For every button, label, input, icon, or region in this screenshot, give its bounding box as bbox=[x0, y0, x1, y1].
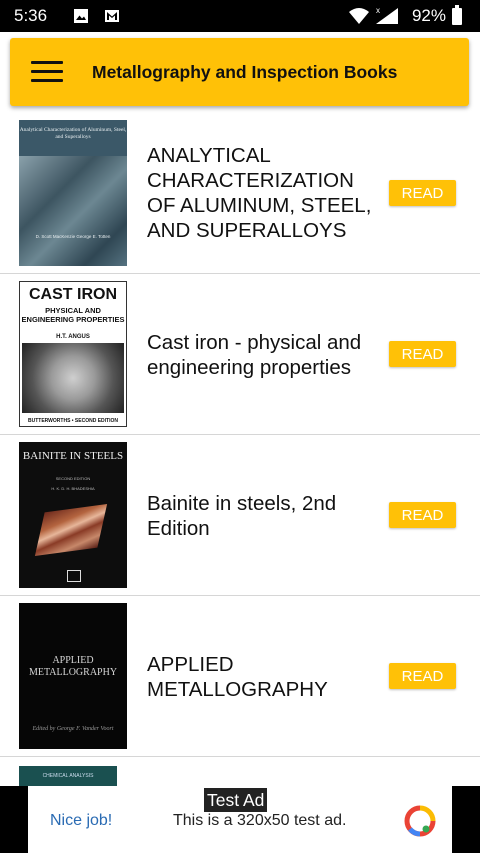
menu-icon[interactable] bbox=[31, 61, 63, 83]
status-time: 5:36 bbox=[14, 6, 48, 25]
cover-title: CHEMICAL ANALYSIS bbox=[42, 773, 94, 779]
book-cover[interactable]: APPLIED METALLOGRAPHY Edited by George F… bbox=[19, 603, 127, 749]
cover-editor: Edited by George F. Vander Voort bbox=[32, 726, 114, 732]
list-item[interactable]: CAST IRON PHYSICAL AND ENGINEERING PROPE… bbox=[0, 274, 480, 435]
read-button[interactable]: READ bbox=[389, 180, 456, 206]
book-cover[interactable]: Analytical Characterization of Aluminum,… bbox=[19, 120, 127, 266]
list-item[interactable]: BAINITE IN STEELS SECOND EDITION H. K. D… bbox=[0, 435, 480, 596]
ad-label: Test Ad bbox=[204, 788, 268, 812]
app-bar: Metallography and Inspection Books bbox=[10, 38, 469, 106]
cover-art bbox=[34, 504, 108, 556]
book-title: Bainite in steels, 2nd Edition bbox=[147, 492, 337, 540]
wifi-icon bbox=[349, 8, 369, 24]
cover-title: BAINITE IN STEELS bbox=[22, 450, 124, 462]
ad-description[interactable]: This is a 320x50 test ad. bbox=[173, 812, 346, 830]
book-title: APPLIED METALLOGRAPHY bbox=[147, 653, 328, 701]
cover-edition: SECOND EDITION bbox=[55, 476, 91, 481]
list-item[interactable]: APPLIED METALLOGRAPHY Edited by George F… bbox=[0, 596, 480, 757]
cover-footer: BUTTERWORTHS • SECOND EDITION bbox=[28, 418, 118, 424]
image-icon bbox=[74, 9, 88, 23]
read-button[interactable]: READ bbox=[389, 341, 456, 367]
book-title: ANALYTICAL CHARACTERIZATION OF ALUMINUM,… bbox=[147, 144, 372, 242]
status-bar: 5:36 x 92% bbox=[0, 0, 480, 32]
battery-icon bbox=[452, 5, 462, 25]
battery-percent: 92% bbox=[411, 6, 446, 25]
book-cover[interactable]: BAINITE IN STEELS SECOND EDITION H. K. D… bbox=[19, 442, 127, 588]
book-cover[interactable]: CHEMICAL ANALYSIS bbox=[19, 766, 117, 786]
publisher-logo-icon bbox=[67, 570, 81, 582]
gmail-icon bbox=[105, 10, 119, 22]
book-cover[interactable]: CAST IRON PHYSICAL AND ENGINEERING PROPE… bbox=[19, 281, 127, 427]
read-button[interactable]: READ bbox=[389, 502, 456, 528]
cover-art bbox=[19, 156, 127, 266]
signal-icon: x bbox=[376, 6, 398, 24]
svg-text:x: x bbox=[376, 6, 380, 15]
book-title: Cast iron - physical and engineering pro… bbox=[147, 331, 362, 379]
cover-author: H. K. D. H. BHADESHIA bbox=[51, 486, 95, 491]
cover-authors: D. Scott MacKenzie George E. Totten bbox=[35, 234, 111, 239]
cover-author: H.T. ANGUS bbox=[56, 334, 90, 340]
cover-title: CAST IRON bbox=[29, 286, 117, 303]
ad-nice-text[interactable]: Nice job! bbox=[50, 812, 112, 830]
cover-subtitle: PHYSICAL AND ENGINEERING PROPERTIES bbox=[21, 306, 125, 324]
page-title: Metallography and Inspection Books bbox=[92, 62, 398, 82]
read-button[interactable]: READ bbox=[389, 663, 456, 689]
list-item[interactable]: Analytical Characterization of Aluminum,… bbox=[0, 113, 480, 274]
cover-title: Analytical Characterization of Aluminum,… bbox=[19, 120, 127, 156]
cover-title: APPLIED METALLOGRAPHY bbox=[28, 655, 118, 678]
cover-micrograph bbox=[22, 343, 124, 413]
ad-logo-icon[interactable] bbox=[404, 805, 436, 837]
